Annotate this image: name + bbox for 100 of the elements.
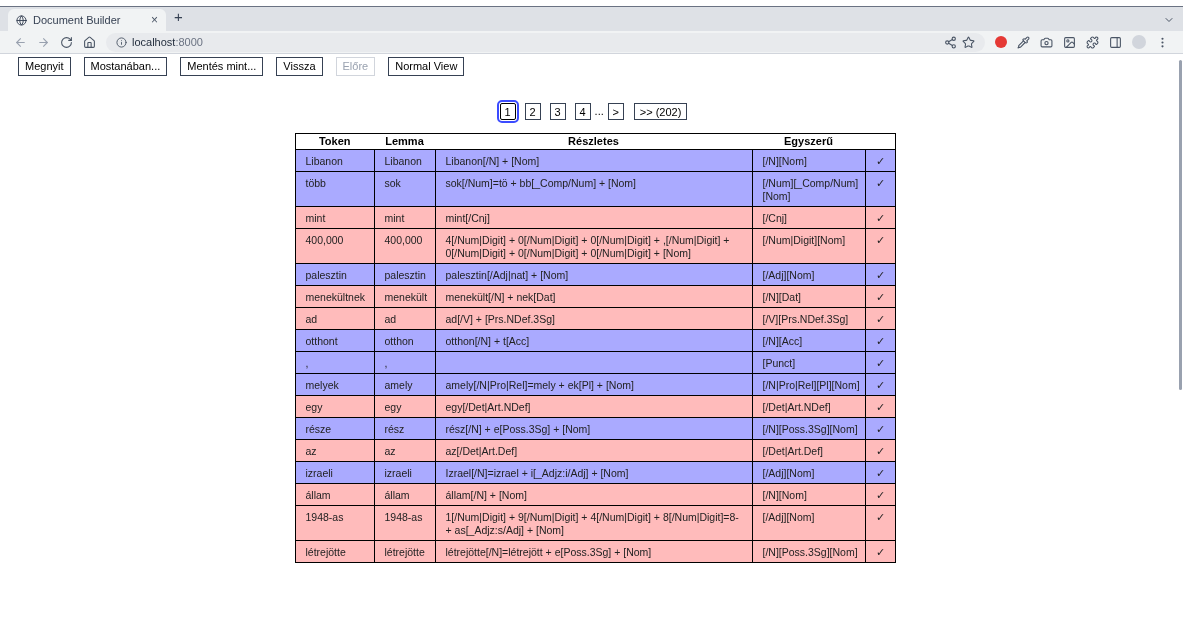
table-row[interactable]: az az az[/Det|Art.Def] [/Det|Art.Def] ✓ — [295, 439, 895, 462]
check-cell: ✓ — [865, 329, 895, 352]
toolbar-button[interactable]: Normal View — [388, 57, 465, 76]
token-cell: palesztin — [295, 263, 374, 286]
column-header: Lemma — [374, 133, 435, 150]
token-cell: több — [295, 171, 374, 207]
table-row[interactable]: létrejötte létrejötte létrejötte[/N]=létrejött + e[Poss.3Sg] + [Nom] [/N][Poss.3Sg][Nom] ✓ — [295, 540, 895, 563]
toolbar-button[interactable]: Mentés mint... — [180, 57, 264, 76]
lemma-cell: rész — [374, 417, 435, 440]
side-panel-icon[interactable] — [1109, 35, 1122, 49]
token-cell: része — [295, 417, 374, 440]
close-button[interactable]: × — [151, 11, 158, 29]
lemma-cell: sok — [374, 171, 435, 207]
toolbar-button[interactable]: Megnyit — [18, 57, 71, 76]
detailed-cell: Izrael[/N]=izrael + i[_Adjz:i/Adj] + [Nom] — [435, 461, 752, 484]
address-bar[interactable]: localhost:8000 — [106, 32, 985, 52]
share-icon[interactable] — [944, 35, 957, 49]
token-cell: izraeli — [295, 461, 374, 484]
column-header: Token — [295, 133, 374, 150]
table-row[interactable]: izraeli izraeli Izrael[/N]=izrael + i[_Adjz:i/Adj] + [Nom] [/Adj][Nom] ✓ — [295, 461, 895, 484]
lemma-cell: az — [374, 439, 435, 462]
tab-title: Document Builder — [33, 12, 122, 28]
table-row[interactable]: több sok sok[/Num]=tö + bb[_Comp/Num] + [Nom] [/Num][_Comp/Num][Nom] ✓ — [295, 171, 895, 207]
lemma-cell: állam — [374, 483, 435, 506]
url-text: localhost:8000 — [132, 34, 203, 50]
table-row[interactable]: mint mint mint[/Cnj] [/Cnj] ✓ — [295, 206, 895, 229]
simple-cell: [/N][Dat] — [752, 285, 865, 308]
globe-icon — [16, 14, 27, 26]
table-row[interactable]: része rész rész[/N] + e[Poss.3Sg] + [Nom] [/N][Poss.3Sg][Nom] ✓ — [295, 417, 895, 440]
pipette-icon[interactable] — [1017, 35, 1030, 49]
lemma-cell: izraeli — [374, 461, 435, 484]
image-icon[interactable] — [1063, 35, 1076, 49]
page-button[interactable]: 3 — [549, 103, 566, 120]
info-icon — [116, 36, 127, 48]
table-row[interactable]: egy egy egy[/Det|Art.NDef] [/Det|Art.NDef] ✓ — [295, 395, 895, 418]
detailed-cell: rész[/N] + e[Poss.3Sg] + [Nom] — [435, 417, 752, 440]
toolbar-button[interactable]: Mostanában... — [83, 57, 168, 76]
simple-cell: [/N][Nom] — [752, 149, 865, 172]
toolbar-button[interactable]: Vissza — [276, 57, 323, 76]
lemma-cell: egy — [374, 395, 435, 418]
lemma-cell: 400,000 — [374, 228, 435, 264]
next-page-button[interactable]: > — [607, 103, 624, 120]
simple-cell: [/N][Nom] — [752, 483, 865, 506]
camera-icon[interactable] — [1040, 35, 1053, 49]
token-cell: 400,000 — [295, 228, 374, 264]
home-icon[interactable] — [83, 35, 96, 49]
simple-cell: [/Det|Art.Def] — [752, 439, 865, 462]
token-cell: mint — [295, 206, 374, 229]
table-row[interactable]: 400,000 400,000 4[/Num|Digit] + 0[/Num|Digit] + 0[/Num|Digit] + ,[/Num|Digit] + 0[/Num|Digit] + 0[/Num|Digit] + 0[/Num|Digit] + [Nom] [/Num|Digit][Nom] ✓ — [295, 228, 895, 264]
simple-cell: [/V][Prs.NDef.3Sg] — [752, 307, 865, 330]
reload-icon[interactable] — [60, 35, 73, 49]
simple-cell: [/Cnj] — [752, 206, 865, 229]
scrollbar-thumb[interactable] — [1179, 60, 1182, 390]
table-row[interactable]: , , [Punct] ✓ — [295, 351, 895, 374]
lemma-cell: létrejötte — [374, 540, 435, 563]
lemma-cell: menekült — [374, 285, 435, 308]
simple-cell: [/Adj][Nom] — [752, 505, 865, 541]
page-button[interactable]: 4 — [574, 103, 591, 120]
check-cell: ✓ — [865, 439, 895, 462]
table-row[interactable]: melyek amely amely[/N|Pro|Rel]=mely + ek[Pl] + [Nom] [/N|Pro|Rel][Pl][Nom] ✓ — [295, 373, 895, 396]
star-icon[interactable] — [962, 35, 975, 49]
table-row[interactable]: ad ad ad[/V] + [Prs.NDef.3Sg] [/V][Prs.NDef.3Sg] ✓ — [295, 307, 895, 330]
table-row[interactable]: Libanon Libanon Libanon[/N] + [Nom] [/N][Nom] ✓ — [295, 149, 895, 172]
check-cell: ✓ — [865, 540, 895, 563]
table-row[interactable]: palesztin palesztin palesztin[/Adj|nat] + [Nom] [/Adj][Nom] ✓ — [295, 263, 895, 286]
table-row[interactable]: állam állam állam[/N] + [Nom] [/N][Nom] ✓ — [295, 483, 895, 506]
ellipsis-text: ... — [594, 104, 604, 120]
puzzle-icon[interactable] — [1086, 35, 1099, 49]
lemma-cell: otthon — [374, 329, 435, 352]
token-cell: állam — [295, 483, 374, 506]
check-cell: ✓ — [865, 483, 895, 506]
check-cell: ✓ — [865, 285, 895, 308]
column-header: Részletes — [435, 133, 752, 150]
new-tab-button[interactable]: + — [174, 5, 183, 28]
page-button[interactable]: 1 — [499, 103, 516, 120]
table-row[interactable]: 1948-as 1948-as 1[/Num|Digit] + 9[/Num|Digit] + 4[/Num|Digit] + 8[/Num|Digit]=8- + as[_Adjz:s/Adj] + [Nom] [/Adj][Nom] ✓ — [295, 505, 895, 541]
detailed-cell: mint[/Cnj] — [435, 206, 752, 229]
lemma-cell: palesztin — [374, 263, 435, 286]
last-page-button[interactable]: >> (202) — [633, 103, 688, 120]
simple-cell: [/N][Poss.3Sg][Nom] — [752, 540, 865, 563]
browser-tab[interactable]: Document Builder × — [8, 9, 166, 31]
page-button[interactable]: 2 — [524, 103, 541, 120]
table-row[interactable]: menekültnek menekült menekült[/N] + nek[Dat] [/N][Dat] ✓ — [295, 285, 895, 308]
detailed-cell: 1[/Num|Digit] + 9[/Num|Digit] + 4[/Num|Digit] + 8[/Num|Digit]=8- + as[_Adjz:s/Adj] + [Nom] — [435, 505, 752, 541]
detailed-cell: amely[/N|Pro|Rel]=mely + ek[Pl] + [Nom] — [435, 373, 752, 396]
token-cell: 1948-as — [295, 505, 374, 541]
table-row[interactable]: otthont otthon otthon[/N] + t[Acc] [/N][Acc] ✓ — [295, 329, 895, 352]
lemma-cell: , — [374, 351, 435, 374]
detailed-cell: állam[/N] + [Nom] — [435, 483, 752, 506]
lemma-cell: ad — [374, 307, 435, 330]
simple-cell: [/Adj][Nom] — [752, 263, 865, 286]
adblock-icon[interactable] — [995, 36, 1007, 48]
check-cell: ✓ — [865, 263, 895, 286]
detailed-cell: palesztin[/Adj|nat] + [Nom] — [435, 263, 752, 286]
lemma-cell: mint — [374, 206, 435, 229]
detailed-cell: létrejötte[/N]=létrejött + e[Poss.3Sg] + [Nom] — [435, 540, 752, 563]
check-cell: ✓ — [865, 307, 895, 330]
lemma-cell: amely — [374, 373, 435, 396]
simple-cell: [/Adj][Nom] — [752, 461, 865, 484]
check-cell: ✓ — [865, 417, 895, 440]
